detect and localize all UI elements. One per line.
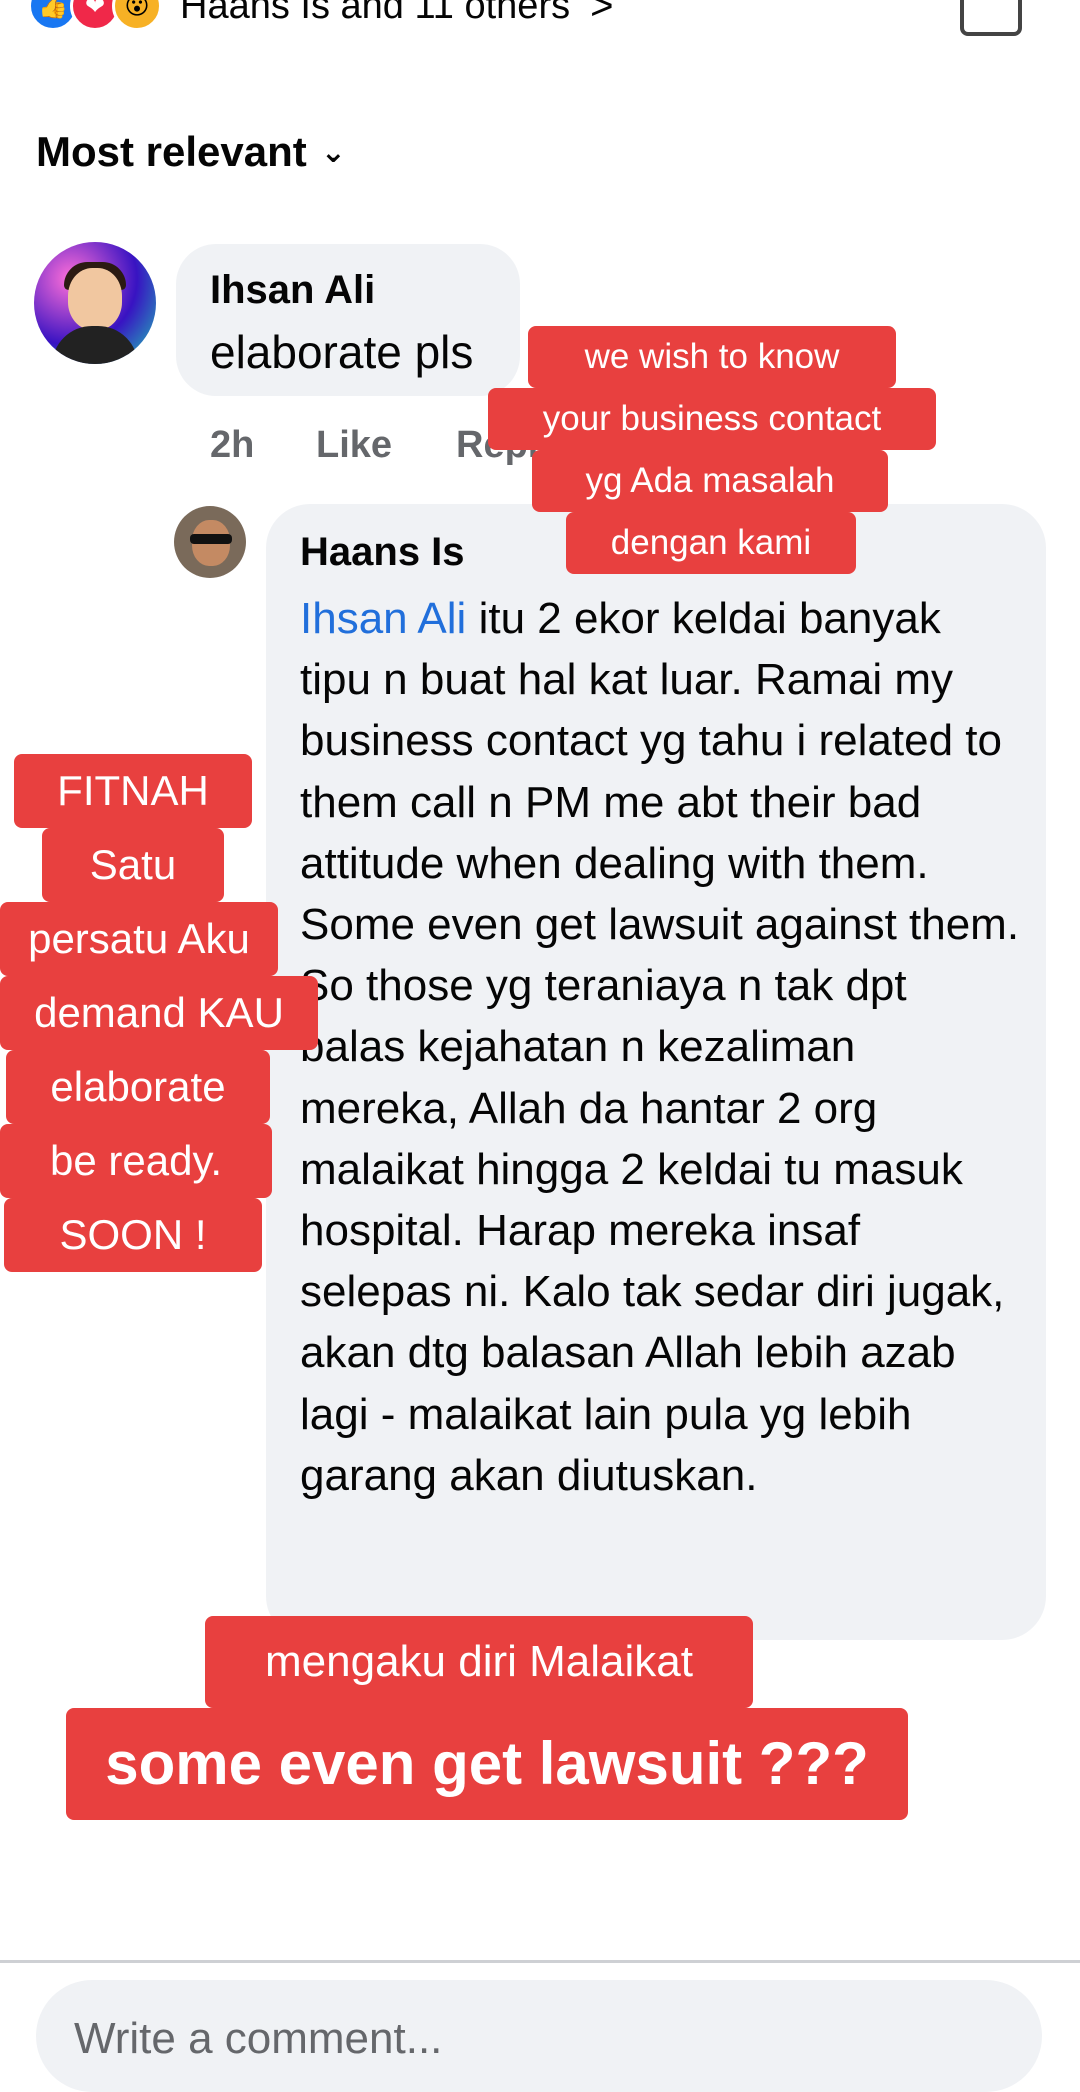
reply-text: Ihsan Ali itu 2 ekor keldai banyak tipu … (300, 588, 1020, 1506)
caption-fitnah-line: elaborate (6, 1050, 270, 1124)
caption-fitnah-line: FITNAH (14, 754, 252, 828)
caption-fitnah-line: persatu Aku (0, 902, 278, 976)
comment-text: elaborate pls (210, 326, 474, 378)
reactions-text: Haans Is and 11 others (180, 0, 571, 27)
reactions-summary[interactable]: 👍 ❤ 😮 Haans Is and 11 others > (28, 0, 613, 36)
comment-time: 2h (210, 424, 255, 466)
sort-label: Most relevant (36, 128, 307, 175)
like-button[interactable]: Like (316, 424, 392, 467)
divider (0, 1960, 1080, 1963)
caption-wish-line: your business contact (488, 388, 936, 450)
caption-fitnah-line: demand KAU (0, 976, 318, 1050)
like-outline-icon[interactable] (960, 0, 1022, 36)
comment-author[interactable]: Ihsan Ali (210, 268, 375, 313)
avatar[interactable] (174, 506, 246, 578)
caption-fitnah-line: Satu (42, 828, 224, 902)
caption-lawsuit: some even get lawsuit ??? (66, 1708, 908, 1820)
chevron-right-icon: > (590, 0, 614, 28)
caption-wish-line: yg Ada masalah (532, 450, 888, 512)
avatar[interactable] (34, 242, 156, 364)
chevron-down-icon: ⌄ (320, 135, 346, 169)
mention-link[interactable]: Ihsan Ali (300, 594, 466, 643)
caption-fitnah-line: SOON ! (4, 1198, 262, 1272)
reply-author[interactable]: Haans Is (300, 530, 465, 575)
caption-wish-line: we wish to know (528, 326, 896, 388)
avatar-glasses (190, 534, 232, 544)
wow-reaction-icon: 😮 (112, 0, 162, 31)
caption-wish-line: dengan kami (566, 512, 856, 574)
avatar-face (68, 268, 122, 330)
caption-fitnah-line: be ready. (0, 1124, 272, 1198)
reply-body: itu 2 ekor keldai banyak tipu n buat hal… (300, 594, 1020, 1500)
caption-malaikat: mengaku diri Malaikat (205, 1616, 753, 1708)
sort-dropdown[interactable]: Most relevant ⌄ (36, 128, 346, 176)
comment-placeholder: Write a comment... (74, 2014, 443, 2063)
avatar-body (52, 326, 138, 364)
